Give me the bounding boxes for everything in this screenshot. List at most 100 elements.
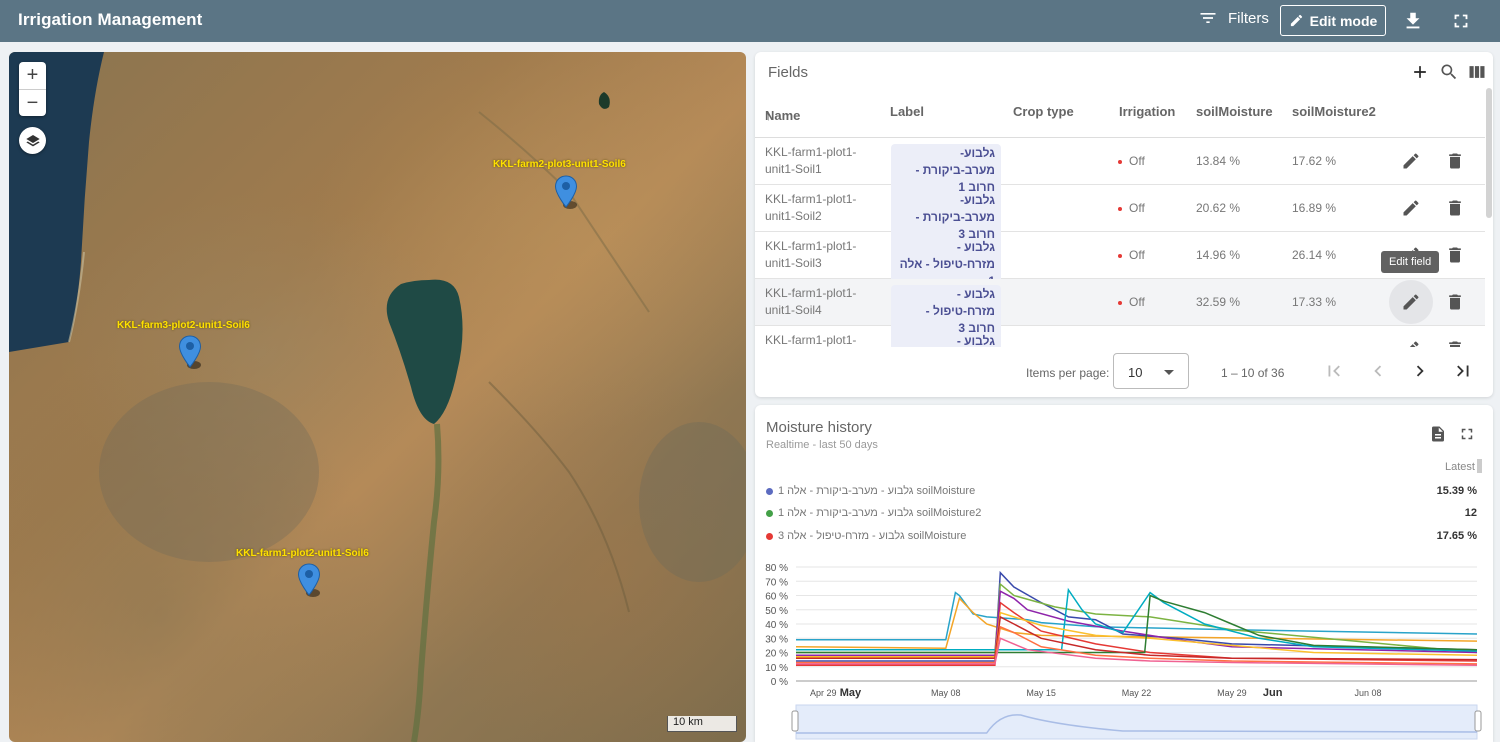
edit-field-icon	[1403, 294, 1419, 310]
x-tick-label: May 29	[1217, 688, 1247, 698]
table-row[interactable]: KKL-farm1-plot1-unit1-Soil4 גלבוע - מזרח…	[755, 279, 1485, 338]
soil-moisture2-value: 17.33 %	[1292, 295, 1337, 309]
status-dot	[1118, 159, 1122, 164]
y-tick-label: 50 %	[765, 606, 788, 617]
legend-item[interactable]: גלבוע - מערב-ביקורת - אלה 1 soilMoisture…	[766, 485, 1482, 497]
navigator-handle-left	[791, 710, 799, 732]
layers-icon	[25, 134, 40, 146]
map-pin-icon[interactable]	[553, 175, 579, 211]
status-dot	[1118, 206, 1122, 211]
pencil-icon	[1290, 14, 1302, 27]
series-line	[795, 596, 1478, 649]
map-pin-icon[interactable]	[177, 335, 203, 371]
series-line	[796, 587, 1478, 652]
page-size-select[interactable]: 10	[1113, 353, 1189, 389]
add-icon[interactable]	[1410, 62, 1430, 82]
field-name: KKL-farm1-plot1-	[765, 333, 857, 347]
field-name: KKL-farm1-plot1-unit1-Soil2	[765, 192, 857, 223]
page-title: Irrigation Management	[18, 10, 203, 29]
first-page-icon[interactable]	[1323, 360, 1345, 382]
field-name: KKL-farm1-plot1-unit1-Soil3	[765, 239, 857, 270]
fullscreen-icon[interactable]	[1458, 425, 1476, 443]
edit-field-icon[interactable]	[1401, 151, 1421, 171]
irrigation-status: Off	[1118, 295, 1145, 309]
soil-moisture2-value: 17.62 %	[1292, 154, 1337, 168]
legend-dot	[766, 532, 773, 540]
series-line	[796, 590, 1478, 657]
delete-icon[interactable]	[1445, 339, 1465, 347]
filter-icon	[1200, 13, 1216, 23]
fullscreen-icon[interactable]	[1450, 10, 1472, 32]
x-tick-label: May	[840, 687, 862, 699]
column-header-soil-moisture2[interactable]: soilMoisture2	[1292, 104, 1376, 119]
field-label-chip: גלבוע - מזרח-טיפול -	[891, 332, 1001, 347]
page-range: 1 – 10 of 36	[1221, 366, 1285, 380]
soil-moisture-value: 20.62 %	[1196, 201, 1241, 215]
x-tick-label: May 15	[1026, 688, 1056, 698]
soil-moisture-value: 32.59 %	[1196, 295, 1241, 309]
table-scrollbar[interactable]	[1486, 88, 1492, 218]
sort-ascending-icon: ↑	[765, 108, 772, 123]
delete-icon[interactable]	[1445, 292, 1465, 312]
download-icon[interactable]	[1402, 10, 1424, 32]
column-header-soil-moisture[interactable]: soilMoisture	[1196, 104, 1273, 119]
map-pin-icon[interactable]	[296, 563, 322, 599]
legend-scrollbar[interactable]	[1477, 459, 1482, 473]
edit-field-icon[interactable]	[1401, 339, 1421, 347]
y-tick-label: 10 %	[765, 663, 788, 674]
zoom-in-button[interactable]: +	[19, 62, 46, 89]
edit-mode-button[interactable]: Edit mode	[1280, 5, 1386, 36]
irrigation-status: Off	[1118, 154, 1145, 168]
edit-mode-label: Edit mode	[1309, 12, 1378, 29]
x-tick-label: Apr 29	[810, 688, 837, 698]
legend-label: גלבוע - מערב-ביקורת - אלה 1 soilMoisture	[778, 485, 976, 497]
delete-icon[interactable]	[1445, 151, 1465, 171]
status-dot	[1118, 253, 1122, 258]
columns-icon[interactable]	[1467, 62, 1487, 82]
legend-latest-value: 12	[1464, 507, 1477, 519]
filters-button[interactable]: Filters	[1198, 8, 1269, 28]
zoom-out-button[interactable]: −	[19, 89, 46, 116]
legend-latest-value: 15.39 %	[1436, 485, 1477, 497]
previous-page-icon[interactable]	[1367, 360, 1389, 382]
moisture-history-card: Moisture history Realtime - last 50 days…	[755, 405, 1493, 742]
table-row[interactable]: KKL-farm1-plot1-unit1-Soil3 גלבוע - מזרח…	[755, 232, 1485, 291]
table-row[interactable]: KKL-farm1-plot1- גלבוע - מזרח-טיפול -	[755, 326, 1485, 347]
next-page-icon[interactable]	[1409, 360, 1431, 382]
edit-field-button[interactable]	[1389, 280, 1433, 324]
y-tick-label: 20 %	[765, 649, 788, 660]
search-icon[interactable]	[1439, 62, 1459, 82]
y-tick-label: 80 %	[765, 563, 788, 574]
table-row[interactable]: KKL-farm1-plot1-unit1-Soil1 גלבוע- מערב-…	[755, 138, 1485, 197]
legend-item[interactable]: גלבוע - מזרח-טיפול - אלה 3 soilMoisture …	[766, 530, 1482, 542]
column-header-crop-type[interactable]: Crop type	[1013, 104, 1074, 119]
irrigation-status: Off	[1118, 248, 1145, 262]
satellite-map[interactable]: + − KKL-farm2-plot3-unit1-Soil6 KKL-farm…	[9, 52, 746, 742]
zoom-control: + −	[19, 62, 46, 116]
column-header-irrigation[interactable]: Irrigation	[1119, 104, 1175, 119]
edit-field-icon[interactable]	[1401, 198, 1421, 218]
legend-label: גלבוע - מזרח-טיפול - אלה 3 soilMoisture	[778, 530, 967, 542]
layers-button[interactable]	[19, 127, 46, 154]
soil-moisture2-value: 26.14 %	[1292, 248, 1337, 262]
marker-label: KKL-farm3-plot2-unit1-Soil6	[117, 320, 250, 331]
legend-dot	[766, 509, 773, 517]
legend-label: גלבוע - מערב-ביקורת - אלה 1 soilMoisture…	[778, 507, 982, 519]
moisture-line-chart[interactable]: 0 % 10 % 20 % 30 % 40 % 50 % 60 % 70 % 80 % Apr 2…	[755, 559, 1493, 742]
last-page-icon[interactable]	[1452, 360, 1474, 382]
export-csv-icon[interactable]	[1429, 425, 1447, 443]
series-line	[796, 582, 1478, 654]
delete-icon[interactable]	[1445, 198, 1465, 218]
y-tick-label: 30 %	[765, 634, 788, 645]
fields-table-card: Fields Name ↑ Label Crop type Irrigation…	[755, 52, 1493, 397]
x-tick-label: May 22	[1122, 688, 1152, 698]
status-dot	[1118, 300, 1122, 305]
navigator-handle-right	[1474, 710, 1482, 732]
table-row[interactable]: KKL-farm1-plot1-unit1-Soil2 גלבוע- מערב-…	[755, 185, 1485, 244]
y-tick-label: 0 %	[771, 677, 788, 688]
soil-moisture-value: 13.84 %	[1196, 154, 1241, 168]
column-header-label[interactable]: Label	[890, 104, 924, 119]
legend-item[interactable]: גלבוע - מערב-ביקורת - אלה 1 soilMoisture…	[766, 507, 1482, 519]
navigator-range	[795, 704, 1478, 740]
delete-icon[interactable]	[1445, 245, 1465, 265]
